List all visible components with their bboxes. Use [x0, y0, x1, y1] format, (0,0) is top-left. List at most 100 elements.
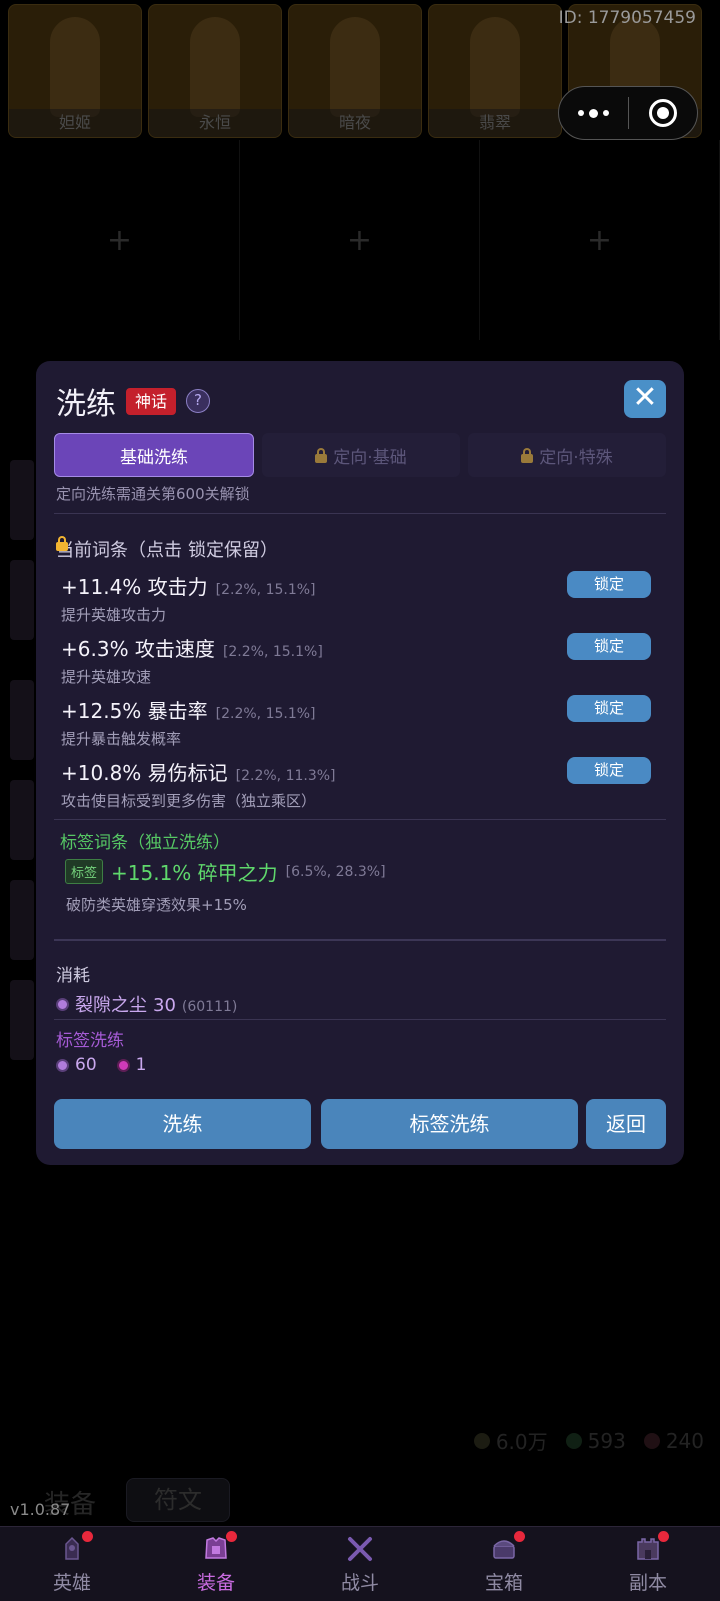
cost-item-name: 裂隙之尘 — [75, 995, 147, 1016]
subtab-rune[interactable]: 符文 — [126, 1478, 230, 1522]
affix-row: +10.8% 易伤标记 [2.2%, 11.3%] 攻击使目标受到更多伤害（独立乘… — [61, 757, 651, 811]
more-options-button[interactable] — [559, 87, 628, 139]
empty-slot[interactable]: + — [0, 140, 240, 340]
tab-directed-basic[interactable]: 定向·基础 — [262, 433, 460, 477]
hero-name: 暗夜 — [289, 109, 421, 137]
equipment-slots: + + + — [0, 140, 720, 340]
version-label: v1.0.87 — [10, 1500, 71, 1519]
affix-row: +12.5% 暴击率 [2.2%, 15.1%] 提升暴击触发概率 锁定 — [61, 695, 651, 749]
nav-label: 宝箱 — [484, 1572, 523, 1594]
owned-amount: (60111) — [181, 999, 238, 1015]
bottom-nav: 英雄 装备 战斗 宝箱 副本 — [0, 1526, 720, 1601]
cost-amount: 30 — [153, 995, 176, 1016]
lock-affix-button[interactable]: 锁定 — [567, 633, 651, 660]
refine-dialog: 洗练 神话 ? ✕ 基础洗练 定向·基础 定向·特殊 定向洗练需通关第600关解… — [36, 361, 684, 1165]
nav-heroes[interactable]: 英雄 — [0, 1527, 144, 1601]
hero-card[interactable]: 翡翠 — [428, 4, 562, 138]
hero-portrait — [190, 17, 240, 117]
hero-card[interactable]: 暗夜 — [288, 4, 422, 138]
cost-row: 裂隙之尘 30 (60111) — [56, 991, 237, 1017]
refine-button[interactable]: 洗练 — [54, 1099, 311, 1149]
hero-card[interactable]: 永恒 — [148, 4, 282, 138]
side-item — [10, 780, 34, 860]
affix-row: +6.3% 攻击速度 [2.2%, 15.1%] 提升英雄攻速 锁定 — [61, 633, 651, 687]
hero-card[interactable]: 妲姬 — [8, 4, 142, 138]
cost-label: 消耗 — [56, 966, 90, 986]
dot-icon — [602, 110, 609, 116]
nav-treasure[interactable]: 宝箱 — [432, 1527, 576, 1601]
dialog-header: 洗练 神话 ? — [56, 379, 211, 423]
tag-wash-special-cost: 1 — [135, 1055, 147, 1075]
notification-dot — [658, 1531, 669, 1542]
tag-wash-cost-label: 标签洗练 — [56, 1031, 124, 1051]
tag-wash-gem-cost: 60 — [75, 1055, 97, 1075]
affix-value: +11.4% 攻击力 — [61, 575, 208, 599]
notification-dot — [82, 1531, 93, 1542]
dot-icon — [588, 108, 598, 118]
help-icon[interactable]: ? — [186, 389, 211, 413]
lock-affix-button[interactable]: 锁定 — [567, 695, 651, 722]
currency-green: 593 — [565, 1426, 626, 1455]
dialog-title: 洗练 — [56, 387, 116, 422]
divider — [54, 939, 666, 941]
tab-directed-special[interactable]: 定向·特殊 — [468, 433, 666, 477]
affix-description: 提升暴击触发概率 — [61, 730, 182, 748]
tag-affix-value: +15.1% 碎甲之力 — [111, 861, 278, 885]
special-stone-icon — [116, 1058, 130, 1072]
nav-battle[interactable]: 战斗 — [288, 1527, 432, 1601]
nav-equipment[interactable]: 装备 — [144, 1527, 288, 1601]
tag-badge: 标签 — [65, 859, 104, 884]
tag-wash-costs: 60 1 — [56, 1055, 146, 1075]
target-icon — [648, 99, 677, 127]
tag-refine-button[interactable]: 标签洗练 — [321, 1099, 578, 1149]
miniprogram-capsule — [558, 86, 698, 140]
refine-mode-tabs: 基础洗练 定向·基础 定向·特殊 — [54, 433, 666, 477]
plus-icon: + — [586, 222, 613, 258]
side-item — [10, 680, 34, 760]
currency-bar: 6.0万 593 240 — [473, 1426, 704, 1455]
hero-portrait — [330, 17, 380, 117]
affix-range: [2.2%, 11.3%] — [235, 768, 336, 784]
lock-icon — [315, 448, 328, 463]
unlock-hint: 定向洗练需通关第600关解锁 — [56, 485, 250, 503]
back-button[interactable]: 返回 — [586, 1099, 666, 1149]
affix-description: 提升英雄攻速 — [61, 668, 152, 686]
hero-name: 翡翠 — [429, 109, 561, 137]
affix-row: +11.4% 攻击力 [2.2%, 15.1%] 提升英雄攻击力 锁定 — [61, 571, 651, 625]
dot-icon — [577, 110, 584, 116]
notification-dot — [514, 1531, 525, 1542]
rift-dust-icon — [56, 1058, 69, 1072]
hero-name: 妲姬 — [9, 109, 141, 137]
affix-description: 提升英雄攻击力 — [61, 606, 167, 624]
side-item — [10, 560, 34, 640]
empty-slot[interactable]: + — [480, 140, 720, 340]
ruby-icon — [643, 1432, 660, 1449]
affix-value: +12.5% 暴击率 — [61, 699, 208, 723]
lock-affix-button[interactable]: 锁定 — [567, 757, 651, 784]
divider — [54, 819, 666, 820]
notification-dot — [226, 1531, 237, 1542]
plus-icon: + — [106, 222, 133, 258]
user-id: ID: 1779057459 — [558, 8, 696, 28]
affix-range: [2.2%, 15.1%] — [215, 706, 316, 722]
gem-icon — [565, 1432, 582, 1449]
nav-label: 英雄 — [52, 1572, 91, 1594]
side-item — [10, 980, 34, 1060]
affix-description: 攻击使目标受到更多伤害（独立乘区） — [61, 792, 317, 810]
tag-affix-range: [6.5%, 28.3%] — [285, 863, 386, 880]
hero-name: 永恒 — [149, 109, 281, 137]
rarity-badge: 神话 — [126, 387, 177, 415]
hero-portrait — [50, 17, 100, 117]
empty-slot[interactable]: + — [240, 140, 480, 340]
coin-icon — [473, 1432, 490, 1449]
nav-dungeon[interactable]: 副本 — [576, 1527, 720, 1601]
lock-affix-button[interactable]: 锁定 — [567, 571, 651, 598]
exit-miniprogram-button[interactable] — [629, 87, 698, 139]
divider — [54, 1019, 666, 1020]
tag-affix-title: 标签词条（独立洗练） — [60, 833, 230, 853]
tab-basic-refine[interactable]: 基础洗练 — [54, 433, 254, 477]
side-item — [10, 460, 34, 540]
affix-value: +6.3% 攻击速度 — [61, 637, 215, 661]
close-button[interactable]: ✕ — [624, 380, 666, 418]
nav-label: 装备 — [196, 1572, 235, 1594]
